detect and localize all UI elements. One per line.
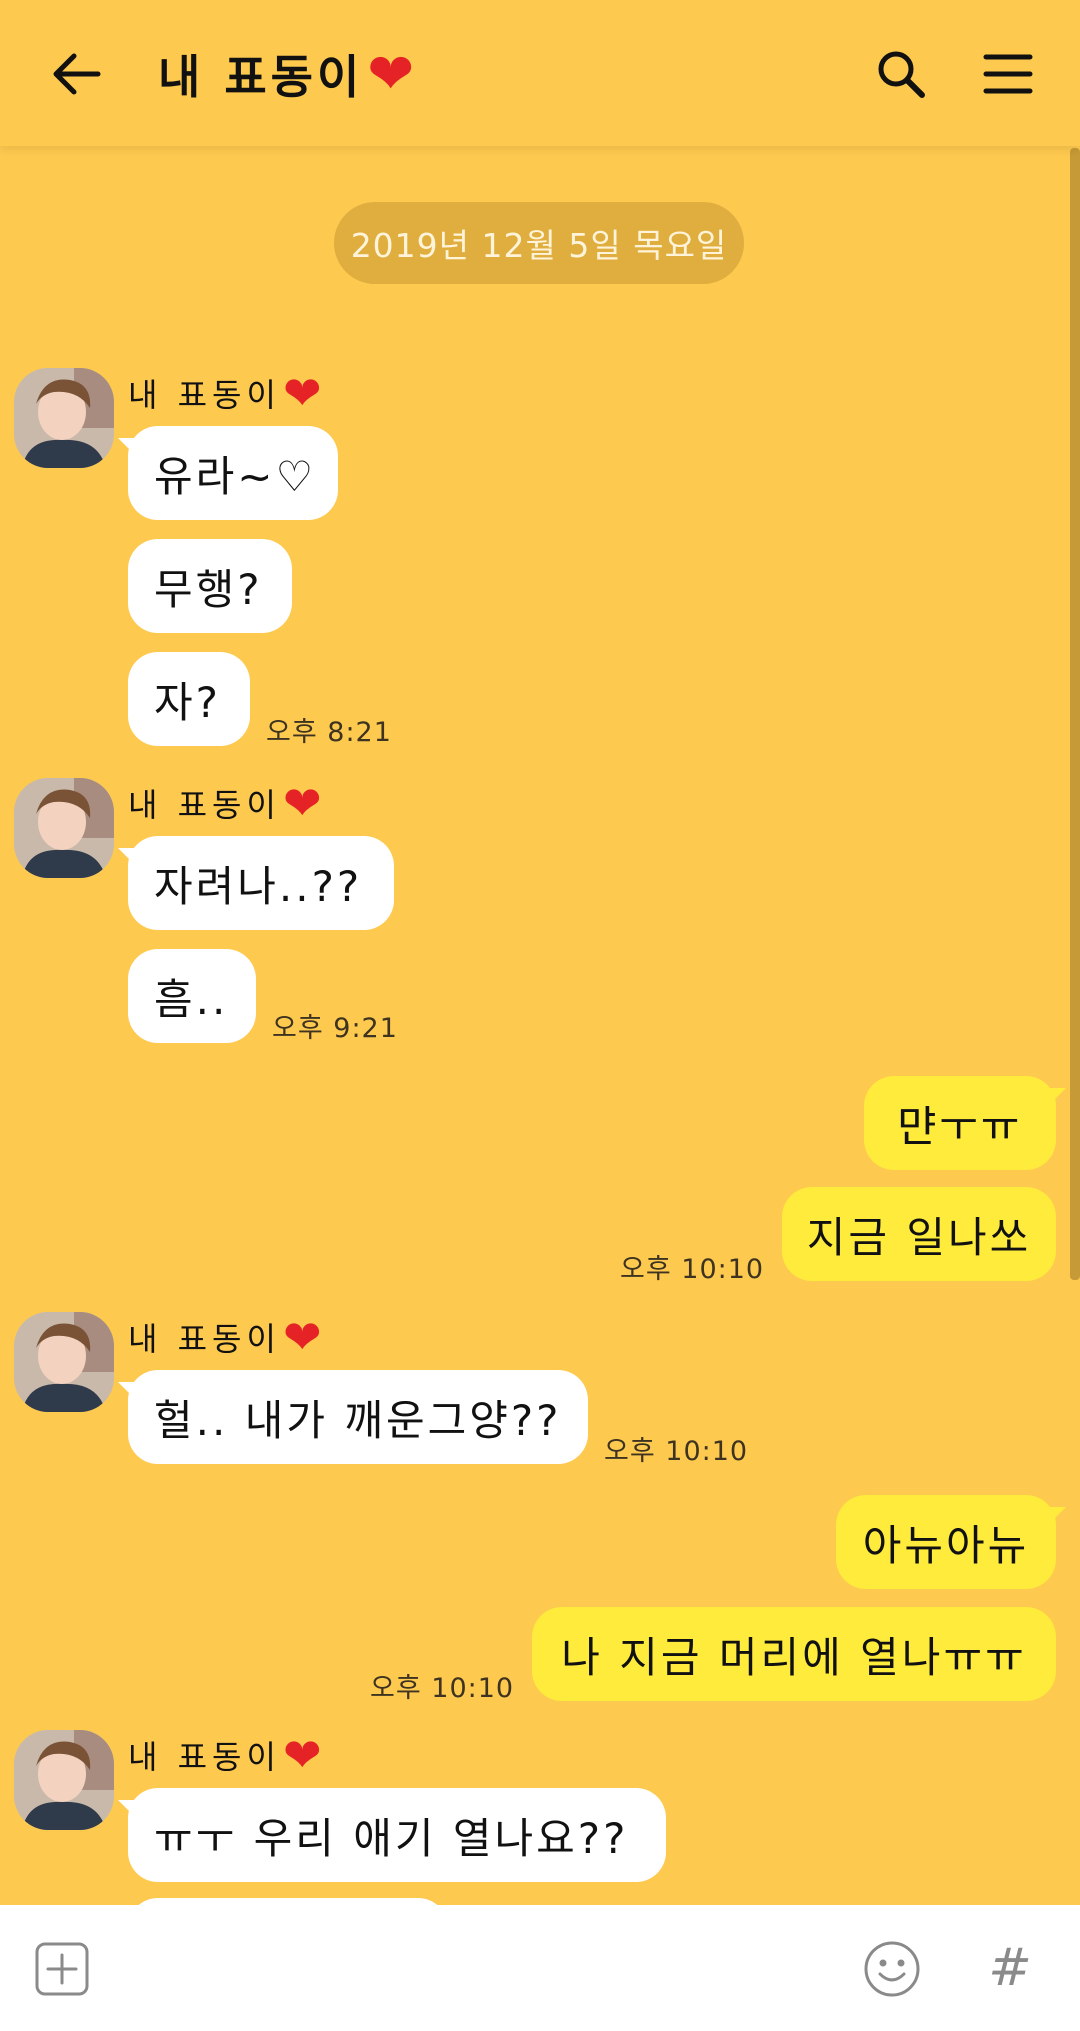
sender-name: 내 표동이 ❤	[128, 1728, 327, 1782]
heart-icon: ❤	[282, 776, 327, 830]
sender-name: 내 표동이 ❤	[128, 776, 327, 830]
date-divider: 2019년 12월 5일 목요일	[334, 202, 744, 284]
scrollbar[interactable]	[1070, 148, 1080, 1280]
message-bubble-incoming[interactable]: ㅠㅜ 우리 애기 열나요??	[118, 1788, 666, 1882]
sender-name: 내 표동이 ❤	[128, 1310, 327, 1364]
message-bubble-outgoing[interactable]: 나 지금 머리에 열나ㅠㅠ	[532, 1607, 1056, 1701]
message-bubble-outgoing[interactable]: 지금 일나쏘	[782, 1187, 1056, 1281]
message-bubble-incoming[interactable]: 흠..	[128, 949, 256, 1043]
message-bubble-incoming[interactable]: 무행?	[128, 539, 292, 633]
chat-title: 내 표동이 ❤	[158, 36, 418, 112]
sender-name-text: 내 표동이	[128, 1738, 281, 1776]
chat-header: 내 표동이 ❤	[0, 0, 1080, 146]
plus-square-icon[interactable]	[34, 1941, 90, 1997]
message-bubble-incoming[interactable]: 자려나..??	[118, 836, 394, 930]
message-time: 오후 10:10	[370, 1673, 515, 1704]
search-icon[interactable]	[866, 42, 936, 106]
menu-icon[interactable]	[970, 42, 1046, 106]
message-bubble-incoming[interactable]: 유라~♡	[118, 426, 338, 520]
heart-icon: ❤	[282, 1728, 327, 1782]
message-time: 오후 8:21	[266, 717, 392, 748]
message-bubble-outgoing[interactable]: 먄ㅜㅠ	[864, 1076, 1066, 1170]
message-bubble-outgoing[interactable]: 아뉴아뉴	[836, 1495, 1066, 1589]
avatar[interactable]	[14, 1312, 114, 1412]
message-time: 오후 10:10	[604, 1436, 749, 1467]
sender-name-text: 내 표동이	[128, 376, 281, 414]
avatar[interactable]	[14, 778, 114, 878]
sender-name-text: 내 표동이	[128, 786, 281, 824]
avatar[interactable]	[14, 368, 114, 468]
heart-icon: ❤	[367, 41, 419, 107]
heart-icon: ❤	[282, 1310, 327, 1364]
message-time: 오후 10:10	[620, 1254, 765, 1285]
heart-icon: ❤	[282, 366, 327, 420]
avatar[interactable]	[14, 1730, 114, 1830]
message-bubble-incoming[interactable]: 자?	[128, 652, 250, 746]
message-bubble-incoming[interactable]: 헐.. 내가 깨운그양??	[118, 1370, 588, 1464]
emoji-icon[interactable]	[862, 1939, 922, 1999]
sender-name: 내 표동이 ❤	[128, 366, 327, 420]
hashtag-button[interactable]: #	[980, 1935, 1040, 2001]
sender-name-text: 내 표동이	[128, 1320, 281, 1358]
message-input-bar[interactable]: #	[0, 1905, 1080, 2031]
chat-title-text: 내 표동이	[158, 50, 364, 104]
back-arrow-icon[interactable]	[40, 42, 112, 106]
message-time: 오후 9:21	[272, 1013, 398, 1044]
